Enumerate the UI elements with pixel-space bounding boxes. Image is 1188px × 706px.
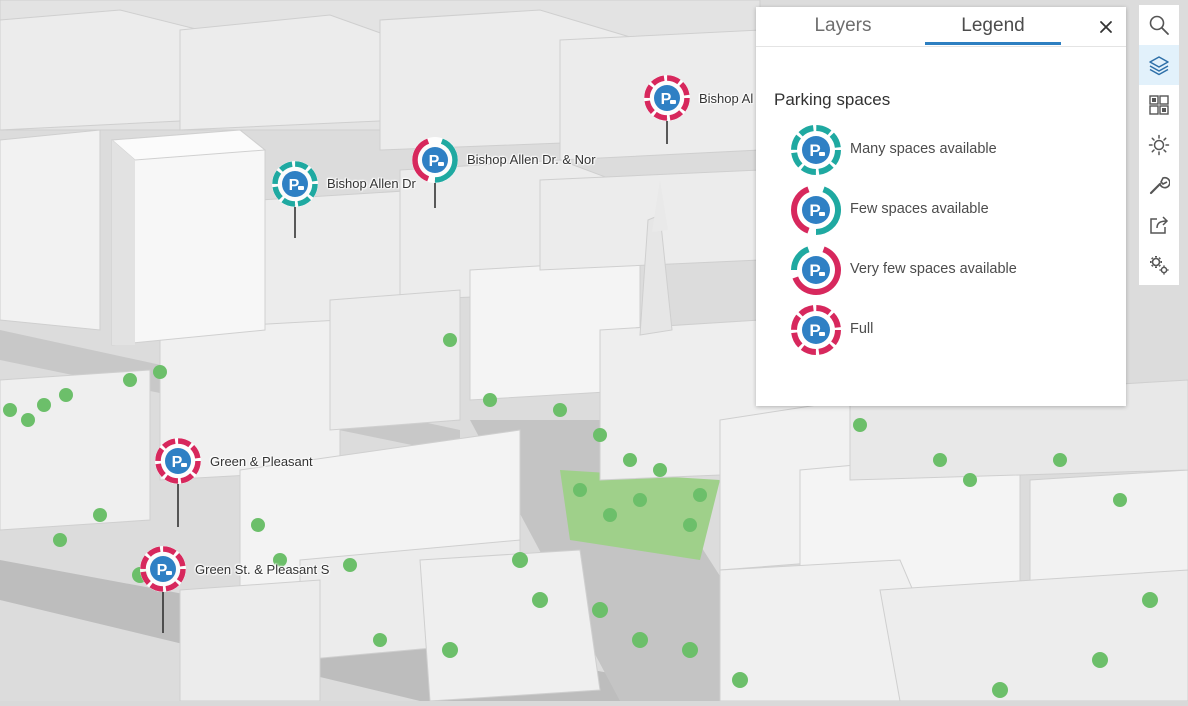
pin-label: Green & Pleasant	[210, 454, 313, 469]
parking-few-icon: P	[791, 185, 841, 235]
tab-layers[interactable]: Layers	[775, 7, 911, 45]
pin-label: Bishop Allen Dr. & Nor	[467, 152, 596, 167]
daylight-button[interactable]	[1139, 125, 1179, 165]
legend-item-label: Few spaces available	[850, 201, 989, 217]
parking-full-icon: P	[155, 438, 201, 527]
svg-text:P: P	[172, 454, 183, 471]
legend-item-label: Many spaces available	[850, 141, 997, 157]
close-icon	[1100, 21, 1112, 33]
svg-text:P: P	[289, 177, 300, 194]
pin-label: Bishop Allen Dr	[327, 176, 416, 191]
parking-many-icon: P	[272, 161, 318, 238]
legend-item: P Many spaces available	[790, 124, 1110, 176]
close-button[interactable]	[1094, 15, 1118, 39]
legend-title: Parking spaces	[774, 90, 891, 109]
parking-veryfew-icon: P	[791, 245, 841, 295]
parking-full-icon: P	[791, 305, 841, 355]
legend-item: P Few spaces available	[790, 184, 1110, 236]
legend-panel: Layers Legend Parking spaces P Many spac…	[756, 7, 1126, 406]
svg-text:P: P	[809, 321, 820, 340]
basemap-gallery-icon	[1149, 95, 1169, 115]
parking-pin[interactable]: P Green St. & Pleasant S	[139, 545, 329, 633]
legend-item: P Very few spaces available	[790, 244, 1110, 296]
measure-button[interactable]	[1139, 165, 1179, 205]
tab-legend[interactable]: Legend	[925, 7, 1061, 45]
search-icon	[1149, 15, 1169, 35]
legend-item: P Full	[790, 304, 1110, 356]
parking-few-icon: P	[412, 137, 458, 208]
share-button[interactable]	[1139, 205, 1179, 245]
svg-text:P: P	[809, 141, 820, 160]
legend-item-label: Full	[850, 321, 874, 337]
svg-text:P: P	[429, 153, 440, 170]
parking-pin[interactable]: P Green & Pleasant	[154, 437, 313, 527]
measure-wrench-icon	[1149, 176, 1170, 195]
parking-pin[interactable]: P Bishop Allen Dr	[271, 160, 416, 238]
panel-tabs: Layers Legend	[756, 7, 1126, 47]
parking-many-icon: P	[791, 125, 841, 175]
basemap-gallery-button[interactable]	[1139, 85, 1179, 125]
svg-text:P: P	[157, 562, 168, 579]
parking-pin[interactable]: P Bishop Allen Dr. & Nor	[411, 136, 596, 208]
parking-full-icon: P	[140, 546, 186, 633]
parking-pin[interactable]: P Bishop Al	[643, 74, 753, 144]
legend-item-label: Very few spaces available	[850, 261, 1017, 277]
svg-text:P: P	[809, 201, 820, 220]
share-icon	[1150, 216, 1169, 234]
pin-label: Bishop Al	[699, 91, 754, 106]
pin-label: Green St. & Pleasant S	[195, 562, 330, 577]
search-button[interactable]	[1139, 5, 1179, 45]
settings-gears-icon	[1150, 256, 1169, 275]
svg-text:P: P	[809, 261, 820, 280]
layers-button[interactable]	[1139, 45, 1179, 85]
settings-button[interactable]	[1139, 245, 1179, 285]
layers-icon	[1149, 56, 1169, 76]
svg-text:P: P	[661, 91, 672, 108]
daylight-icon	[1148, 134, 1170, 156]
parking-full-icon: P	[644, 75, 690, 144]
